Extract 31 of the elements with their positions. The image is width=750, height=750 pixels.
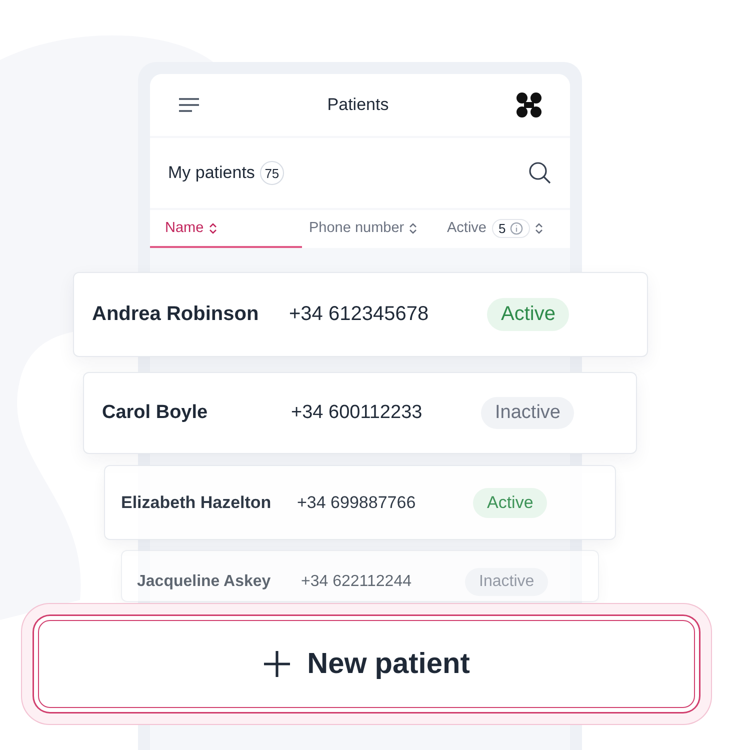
active-count: 5 [492, 218, 530, 238]
column-header[interactable]: Phone number [302, 210, 447, 248]
patient-name: Andrea Robinson [92, 303, 260, 326]
section-title: My patients [168, 163, 255, 183]
patient-card[interactable]: Jacqueline Askey +34 622112244 Inactive [121, 550, 599, 602]
patient-phone: +34 612345678 [289, 303, 430, 326]
patient-card[interactable]: Carol Boyle +34 600112233 Inactive [83, 372, 637, 454]
search-icon[interactable] [528, 161, 552, 185]
sort-icon [534, 222, 543, 234]
plus-icon [263, 650, 292, 678]
logo-icon [516, 92, 542, 118]
status-badge: Active [473, 488, 548, 518]
patient-card[interactable]: Andrea Robinson +34 612345678 Active [73, 272, 648, 357]
sort-icon [409, 222, 418, 234]
info-icon [510, 222, 523, 234]
column-header[interactable]: Name [150, 210, 302, 248]
patient-name: Jacqueline Askey [137, 573, 272, 591]
status-badge: Inactive [465, 568, 548, 596]
patient-count: 75 [260, 161, 284, 185]
status-badge: Inactive [481, 397, 574, 429]
sort-icon [208, 222, 217, 234]
menu-icon[interactable] [178, 97, 200, 113]
patient-phone: +34 600112233 [291, 402, 424, 424]
patient-name: Carol Boyle [102, 402, 209, 424]
column-header[interactable]: Active 5 [447, 210, 570, 248]
patient-card[interactable]: Elizabeth Hazelton +34 699887766 Active [104, 465, 616, 540]
patient-name: Elizabeth Hazelton [121, 492, 272, 512]
header-title: Patients [327, 95, 389, 115]
patient-phone: +34 622112244 [301, 573, 412, 591]
status-badge: Active [487, 298, 570, 331]
patient-phone: +34 699887766 [297, 492, 417, 512]
